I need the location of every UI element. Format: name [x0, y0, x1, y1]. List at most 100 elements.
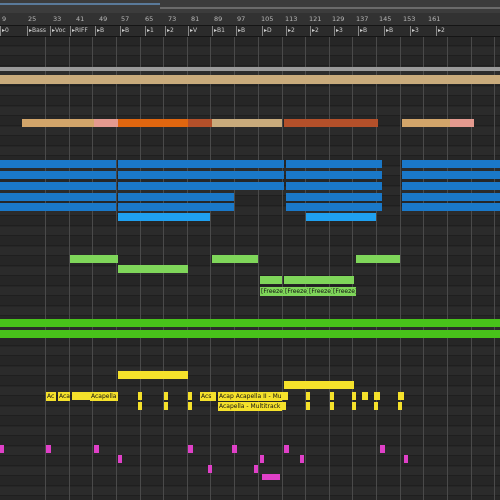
- acapella-slice-clip[interactable]: [330, 392, 334, 400]
- acapella-slice-clip[interactable]: [352, 402, 356, 410]
- arrangement-clip[interactable]: [260, 276, 282, 284]
- track-lane[interactable]: [0, 457, 500, 466]
- arrangement-clip[interactable]: [300, 455, 304, 463]
- arrangement-clip[interactable]: [254, 465, 258, 473]
- track-lane[interactable]: [0, 367, 500, 376]
- arrangement-clip[interactable]: [380, 445, 385, 453]
- locator-strip[interactable]: ▸0 ▸Bass ▸Voc ▸RIFF ▸B ▸B ▸1 ▸2 ▸V ▸B1 ▸B ▸D ▸2 ▸2 ▸3 ▸…: [0, 26, 500, 37]
- track-lane[interactable]: [0, 97, 500, 106]
- arrangement-clip[interactable]: [70, 255, 118, 263]
- acapella-clip[interactable]: Acap Acapella II - Multit: [218, 392, 282, 401]
- track-lane[interactable]: [0, 337, 500, 346]
- arrangement-clip[interactable]: [284, 119, 378, 127]
- arrangement-clip[interactable]: [118, 203, 234, 211]
- arrangement-clip[interactable]: [286, 182, 382, 190]
- track-lane[interactable]: [0, 377, 500, 386]
- locator-marker[interactable]: ▸RIFF: [70, 26, 88, 36]
- arrangement-clip[interactable]: [286, 160, 382, 168]
- acapella-slice-clip[interactable]: [188, 392, 192, 400]
- arrangement-clip[interactable]: [94, 445, 99, 453]
- acapella-slice-clip[interactable]: [72, 392, 90, 400]
- acapella-slice-clip[interactable]: [398, 392, 404, 400]
- track-lane[interactable]: [0, 437, 500, 446]
- acapella-slice-clip[interactable]: [306, 392, 310, 400]
- track-lane[interactable]: [0, 267, 500, 276]
- acapella-slice-clip[interactable]: [138, 392, 142, 400]
- track-lane[interactable]: [0, 127, 500, 136]
- track-lane[interactable]: [0, 307, 500, 316]
- acapella-slice-clip[interactable]: [282, 402, 286, 410]
- locator-marker[interactable]: ▸B: [236, 26, 245, 36]
- track-lane[interactable]: [0, 217, 500, 226]
- track-lane[interactable]: [0, 107, 500, 116]
- arrangement-clip[interactable]: [0, 330, 500, 338]
- locator-marker[interactable]: ▸D: [262, 26, 272, 36]
- locator-marker[interactable]: ▸B: [120, 26, 129, 36]
- track-lane[interactable]: [0, 287, 500, 296]
- arrangement-view[interactable]: 9 25 33 41 49 57 65 73 81 89 97 105 113 121 129 137 145 1…: [0, 0, 500, 500]
- arrangement-clip[interactable]: [284, 381, 354, 389]
- arrangement-clip[interactable]: [284, 445, 289, 453]
- arrangement-clip[interactable]: [232, 445, 237, 453]
- arrangement-clip[interactable]: [118, 265, 188, 273]
- locator-marker[interactable]: ▸B: [95, 26, 104, 36]
- arrangement-clip[interactable]: [0, 182, 116, 190]
- arrangement-clip[interactable]: [402, 171, 500, 179]
- arrangement-clip[interactable]: [118, 171, 284, 179]
- track-lane[interactable]: [0, 467, 500, 476]
- arrangement-clip[interactable]: [306, 213, 376, 221]
- track-lane[interactable]: [0, 297, 500, 306]
- track-lane[interactable]: [0, 47, 500, 56]
- arrangement-clip[interactable]: [94, 119, 118, 127]
- arrangement-clip[interactable]: [262, 474, 280, 480]
- locator-marker[interactable]: ▸B1: [212, 26, 225, 36]
- acapella-slice-clip[interactable]: [282, 392, 288, 400]
- arrangement-clip[interactable]: [284, 276, 354, 284]
- track-lane[interactable]: [0, 237, 500, 246]
- arrangement-clip[interactable]: [46, 445, 51, 453]
- arrangement-clip[interactable]: [22, 119, 94, 127]
- arrangement-clip[interactable]: [212, 255, 258, 263]
- arrangement-clip[interactable]: [0, 319, 500, 327]
- track-lane[interactable]: [0, 447, 500, 456]
- arrangement-clip[interactable]: [450, 119, 474, 127]
- acapella-clip[interactable]: Ac: [46, 392, 56, 401]
- locator-marker[interactable]: ▸3: [410, 26, 419, 36]
- locator-marker[interactable]: ▸B: [384, 26, 393, 36]
- arrangement-clip[interactable]: [402, 119, 450, 127]
- freeze-clip[interactable]: [Freeze]: [284, 287, 308, 296]
- track-lanes[interactable]: [0, 37, 500, 500]
- track-lane[interactable]: [0, 427, 500, 436]
- track-lane[interactable]: [0, 57, 500, 66]
- acapella-slice-clip[interactable]: [352, 392, 356, 400]
- acapella-slice-clip[interactable]: [362, 392, 368, 400]
- arrangement-clip[interactable]: [212, 119, 282, 127]
- acapella-slice-clip[interactable]: [374, 392, 380, 400]
- arrangement-clip[interactable]: [118, 182, 284, 190]
- track-lane[interactable]: [0, 487, 500, 496]
- freeze-clip[interactable]: [Freeze]: [332, 287, 356, 296]
- acapella-clip[interactable]: Aca: [58, 392, 70, 401]
- arrangement-clip[interactable]: [404, 455, 408, 463]
- arrangement-clip[interactable]: [118, 455, 122, 463]
- acapella-slice-clip[interactable]: [374, 402, 378, 410]
- track-lane[interactable]: [0, 357, 500, 366]
- arrangement-clip[interactable]: [0, 203, 116, 211]
- locator-marker[interactable]: ▸B: [358, 26, 367, 36]
- locator-marker[interactable]: ▸2: [436, 26, 445, 36]
- arrangement-clip[interactable]: [188, 119, 212, 127]
- beat-time-ruler[interactable]: 9 25 33 41 49 57 65 73 81 89 97 105 113 121 129 137 145 1…: [0, 13, 500, 26]
- locator-marker[interactable]: ▸2: [286, 26, 295, 36]
- arrangement-clip[interactable]: [0, 171, 116, 179]
- locator-marker[interactable]: ▸0: [0, 26, 9, 36]
- acapella-slice-clip[interactable]: [164, 392, 168, 400]
- track-lane[interactable]: [0, 147, 500, 156]
- arrangement-clip[interactable]: [286, 193, 382, 201]
- arrangement-clip[interactable]: [188, 445, 193, 453]
- arrangement-clip[interactable]: [0, 75, 500, 84]
- arrangement-clip[interactable]: [356, 255, 400, 263]
- track-lane[interactable]: [0, 477, 500, 486]
- arrangement-clip[interactable]: [118, 371, 188, 379]
- acapella-clip[interactable]: Acapella: [90, 392, 118, 401]
- acapella-clip[interactable]: Acs: [200, 392, 216, 401]
